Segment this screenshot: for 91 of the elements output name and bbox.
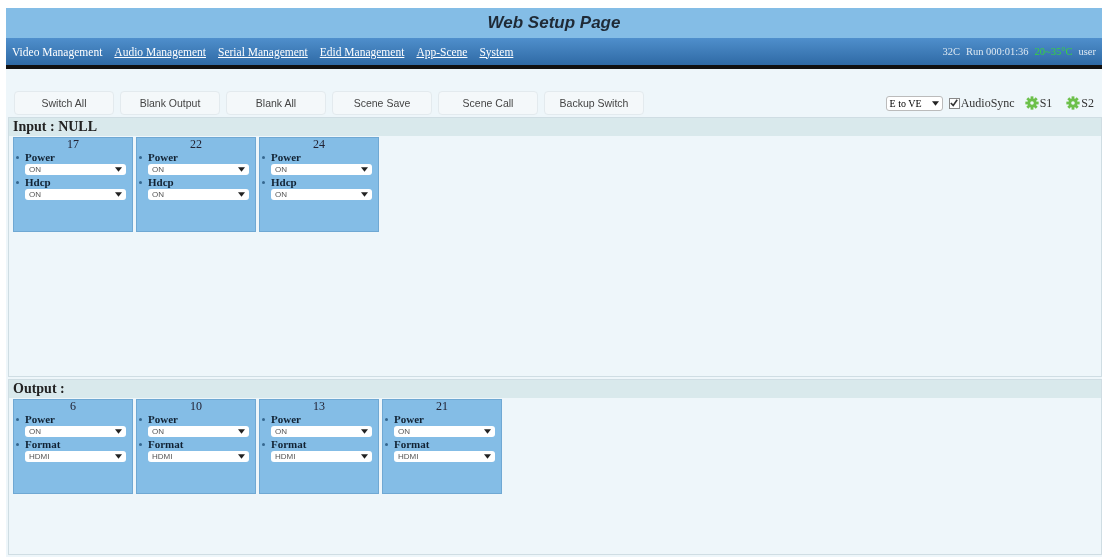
nav-link[interactable]: Edid Management [319,45,405,58]
caret-icon [238,454,245,459]
dropdown[interactable]: ON [25,189,126,200]
scene-button[interactable]: S2 [1062,95,1098,111]
toolbar-button[interactable]: Scene Call [438,91,538,115]
dropdown[interactable]: ON [148,189,249,200]
run-time: Run 000:01:36 [965,46,1029,57]
user-name: user [1078,46,1096,57]
dropdown[interactable]: HDMI [148,451,249,462]
toolbar-button[interactable]: Blank Output [120,91,220,115]
bullet-icon [385,417,388,421]
dropdown[interactable]: ON [271,426,372,437]
caret-icon [361,192,368,197]
toolbar-button[interactable]: Scene Save [332,91,432,115]
field-label: Hdcp [148,176,174,188]
gear-icon [1024,96,1039,110]
field-label: Power [271,151,301,163]
dropdown[interactable]: ON [394,426,495,437]
field-label: Power [271,413,301,425]
nav-link[interactable]: Video Management [12,45,103,58]
caret-icon [115,167,122,172]
dropdown[interactable]: ON [25,164,126,175]
caret-icon [361,167,368,172]
dropdown[interactable]: ON [271,189,372,200]
caret-icon [238,167,245,172]
nav-link[interactable]: Audio Management [114,45,206,58]
field-label: Hdcp [271,176,297,188]
bullet-icon [16,442,19,446]
toolbar-button[interactable]: Switch All [14,91,114,115]
dropdown[interactable]: ON [271,164,372,175]
field-label: Power [148,151,178,163]
mode-dropdown[interactable]: E to VE [885,95,943,111]
dropdown[interactable]: HDMI [25,451,126,462]
bullet-icon [262,155,265,159]
audio-sync-checkbox[interactable]: AudioSync [948,95,1015,111]
page-title: Web Setup Page [487,13,621,33]
field-label: Power [148,413,178,425]
field-label: Hdcp [25,176,51,188]
port-number: 10 [189,400,203,413]
caret-icon [115,429,122,434]
field-label: Power [25,151,55,163]
field-label: Format [25,438,61,450]
field-label: Power [394,413,424,425]
port-number: 6 [69,400,77,413]
toolbar-button[interactable]: Blank All [226,91,326,115]
bullet-icon [262,442,265,446]
caret-icon [115,192,122,197]
nav-link[interactable]: App-Scene [416,45,468,58]
field-label: Format [271,438,307,450]
bullet-icon [139,417,142,421]
bullet-icon [385,442,388,446]
checkbox[interactable] [948,97,960,109]
port-number: 13 [312,400,326,413]
caret-icon [115,454,122,459]
port-number: 21 [435,400,449,413]
nav-link[interactable]: System [479,45,514,58]
bullet-icon [139,180,142,184]
checkbox-label: AudioSync [960,95,1015,111]
field-label: Format [394,438,430,450]
bullet-icon [139,155,142,159]
toolbar-button[interactable]: Backup Switch [544,91,644,115]
dropdown[interactable]: HDMI [271,451,372,462]
section-title: Input : NULL [13,119,98,134]
caret-icon [238,429,245,434]
port-number: 17 [66,138,80,151]
temperature-range: 20~35°C [1034,46,1073,57]
caret-icon [361,454,368,459]
caret-icon [931,100,939,106]
bullet-icon [16,180,19,184]
field-label: Format [148,438,184,450]
bullet-icon [16,417,19,421]
bullet-icon [139,442,142,446]
section-title: Output : [13,381,65,396]
dropdown[interactable]: ON [148,164,249,175]
caret-icon [484,429,491,434]
port-number: 24 [312,138,326,151]
nav-link[interactable]: Serial Management [218,45,308,58]
port-number: 22 [189,138,203,151]
dropdown[interactable]: ON [25,426,126,437]
field-label: Power [25,413,55,425]
dropdown[interactable]: HDMI [394,451,495,462]
bullet-icon [16,155,19,159]
gear-icon [1066,96,1081,110]
dropdown[interactable]: ON [148,426,249,437]
caret-icon [484,454,491,459]
temperature: 32C [942,46,960,57]
bullet-icon [262,180,265,184]
bullet-icon [262,417,265,421]
caret-icon [361,429,368,434]
scene-button[interactable]: S1 [1020,95,1057,111]
caret-icon [238,192,245,197]
